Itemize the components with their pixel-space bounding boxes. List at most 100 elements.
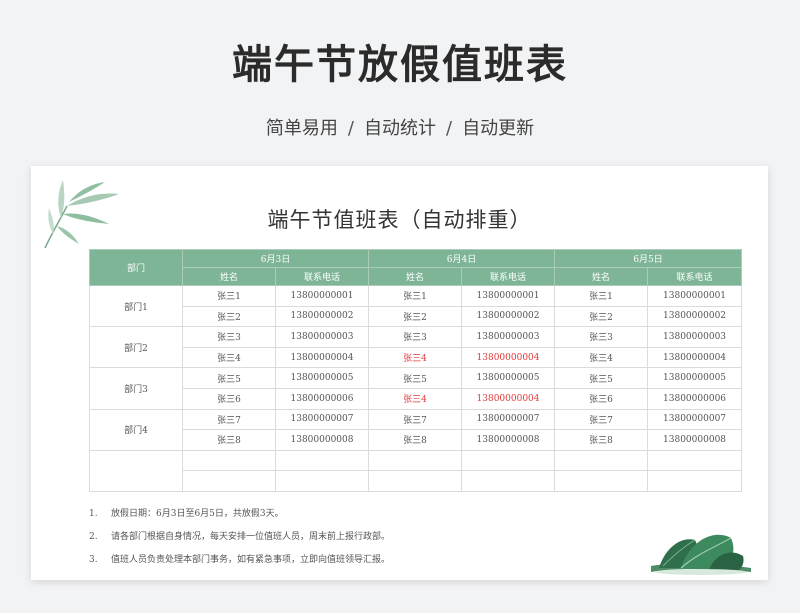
name-cell[interactable]: 张三2 — [554, 305, 649, 328]
phone-cell[interactable]: 13800000004 — [461, 346, 556, 369]
name-cell[interactable]: 张三3 — [182, 326, 276, 348]
duty-table: 部门 6月3日 6月4日 6月5日 姓名 联系电话 姓名 联系电话 姓名 联系电… — [89, 249, 743, 492]
name-cell[interactable]: 张三3 — [554, 326, 649, 348]
tag-auto-stats: 自动统计 — [364, 118, 436, 139]
dept-cell[interactable]: 部门1 — [89, 284, 183, 328]
name-cell[interactable] — [182, 449, 276, 472]
note-text: 放假日期：6月3日至6月5日，共放假3天。 — [111, 509, 284, 519]
phone-cell[interactable] — [647, 470, 743, 492]
name-cell[interactable]: 张三5 — [368, 367, 463, 389]
phone-cell[interactable] — [274, 470, 370, 492]
date-header: 6月5日 — [554, 249, 743, 268]
tag-separator: / — [347, 118, 354, 139]
table-row: 张三8 13800000008 张三8 13800000008 张三8 138000000… — [90, 429, 743, 451]
dept-header: 部门 — [89, 249, 183, 286]
name-cell[interactable]: 张三6 — [554, 387, 649, 410]
table-row: 部门1 张三1 13800000001 张三1 13800000001 张三1 138000… — [89, 284, 743, 328]
table-row: 部门2 张三3 13800000003 张三3 13800000003 张三3 138000… — [89, 326, 743, 369]
phone-cell[interactable]: 13800000003 — [274, 326, 370, 348]
phone-cell[interactable]: 13800000001 — [647, 285, 743, 307]
note-item: 2. 请各部门根据自身情况，每天安排一位值班人员，周末前上报行政部。 — [89, 526, 390, 549]
name-col-header: 姓名 — [554, 267, 649, 286]
note-number: 3. — [89, 555, 98, 565]
table-row: 张三6 13800000006 张三4 13800000004 张三6 138000000… — [90, 387, 743, 410]
note-number: 1. — [89, 509, 98, 519]
name-cell[interactable]: 张三8 — [182, 429, 276, 451]
name-cell[interactable] — [368, 449, 463, 472]
table-row: 部门4 张三7 13800000007 张三7 13800000007 张三7 138000… — [89, 408, 743, 451]
name-cell[interactable] — [368, 470, 463, 492]
name-cell[interactable]: 张三6 — [182, 387, 276, 410]
notes-list: 1. 放假日期：6月3日至6月5日，共放假3天。 2. 请各部门根据自身情况，每天安… — [89, 503, 390, 572]
name-cell[interactable]: 张三4 — [368, 387, 463, 410]
name-col-header: 姓名 — [182, 267, 276, 286]
name-cell[interactable]: 张三5 — [182, 367, 276, 389]
tag-easy: 简单易用 — [265, 118, 338, 139]
phone-cell[interactable] — [461, 449, 556, 472]
phone-cell[interactable]: 13800000003 — [461, 326, 556, 348]
feature-tagline: 简单易用 / 自动统计 / 自动更新 — [0, 114, 800, 140]
name-cell[interactable]: 张三8 — [368, 429, 463, 451]
table-row — [89, 449, 743, 492]
phone-cell[interactable]: 13800000006 — [647, 387, 743, 410]
phone-cell[interactable]: 13800000001 — [461, 285, 556, 307]
phone-cell[interactable]: 13800000002 — [461, 305, 556, 328]
phone-cell[interactable]: 13800000007 — [647, 408, 743, 431]
phone-cell[interactable]: 13800000004 — [274, 346, 370, 369]
dept-cell[interactable]: 部门4 — [89, 408, 183, 451]
phone-col-header: 联系电话 — [461, 267, 556, 286]
name-cell[interactable]: 张三5 — [554, 367, 649, 389]
note-item: 3. 值班人员负责处理本部门事务，如有紧急事项，立即向值班领导汇报。 — [89, 549, 390, 572]
name-cell[interactable]: 张三2 — [182, 305, 276, 328]
phone-cell[interactable]: 13800000001 — [274, 285, 370, 307]
date-header: 6月3日 — [181, 249, 370, 268]
phone-cell[interactable]: 13800000005 — [647, 367, 743, 389]
dept-cell[interactable]: 部门3 — [89, 367, 183, 410]
dept-cell[interactable]: 部门2 — [89, 326, 183, 369]
phone-cell[interactable]: 13800000006 — [274, 387, 370, 410]
name-cell[interactable]: 张三7 — [368, 408, 463, 431]
name-cell[interactable]: 张三1 — [554, 285, 649, 307]
table-row: 张三4 13800000004 张三4 13800000004 张三4 138000000… — [90, 346, 743, 369]
name-cell[interactable] — [554, 449, 649, 472]
name-cell[interactable] — [554, 470, 649, 492]
sheet-title: 端午节值班表（自动排重） — [267, 208, 532, 232]
phone-cell[interactable]: 13800000007 — [461, 408, 556, 431]
zongzi-icon — [651, 534, 751, 575]
name-cell[interactable]: 张三8 — [554, 429, 649, 451]
phone-cell[interactable]: 13800000002 — [274, 305, 370, 328]
name-cell[interactable]: 张三4 — [368, 346, 463, 369]
phone-cell[interactable] — [461, 470, 556, 492]
table-row — [90, 470, 743, 492]
name-cell[interactable]: 张三7 — [554, 408, 649, 431]
phone-cell[interactable]: 13800000004 — [647, 346, 743, 369]
note-text: 值班人员负责处理本部门事务，如有紧急事项，立即向值班领导汇报。 — [111, 555, 391, 565]
phone-cell[interactable]: 13800000005 — [461, 367, 556, 389]
name-cell[interactable]: 张三3 — [368, 326, 463, 348]
name-cell[interactable]: 张三1 — [368, 285, 463, 307]
tag-auto-update: 自动更新 — [462, 118, 535, 139]
table-row: 部门3 张三5 13800000005 张三5 13800000005 张三5 138000… — [89, 367, 743, 410]
phone-cell[interactable]: 13800000008 — [647, 429, 743, 451]
page-title: 端午节放假值班表 — [232, 42, 568, 88]
note-number: 2. — [89, 532, 98, 542]
name-cell[interactable]: 张三2 — [368, 305, 463, 328]
dept-cell[interactable] — [89, 449, 183, 492]
phone-cell[interactable]: 13800000007 — [274, 408, 370, 431]
phone-cell[interactable]: 13800000005 — [274, 367, 370, 389]
phone-col-header: 联系电话 — [647, 267, 743, 286]
phone-cell[interactable] — [274, 449, 370, 472]
phone-cell[interactable]: 13800000008 — [461, 429, 556, 451]
name-cell[interactable]: 张三4 — [182, 346, 276, 369]
name-cell[interactable]: 张三7 — [182, 408, 276, 431]
phone-cell[interactable]: 13800000008 — [274, 429, 370, 451]
phone-cell[interactable] — [647, 449, 743, 472]
phone-cell[interactable]: 13800000004 — [461, 387, 556, 410]
name-cell[interactable]: 张三1 — [182, 285, 276, 307]
name-cell[interactable]: 张三4 — [554, 346, 649, 369]
phone-cell[interactable]: 13800000002 — [647, 305, 743, 328]
tag-separator: / — [446, 118, 453, 139]
name-cell[interactable] — [182, 470, 276, 492]
phone-cell[interactable]: 13800000003 — [647, 326, 743, 348]
date-header: 6月4日 — [368, 249, 556, 268]
